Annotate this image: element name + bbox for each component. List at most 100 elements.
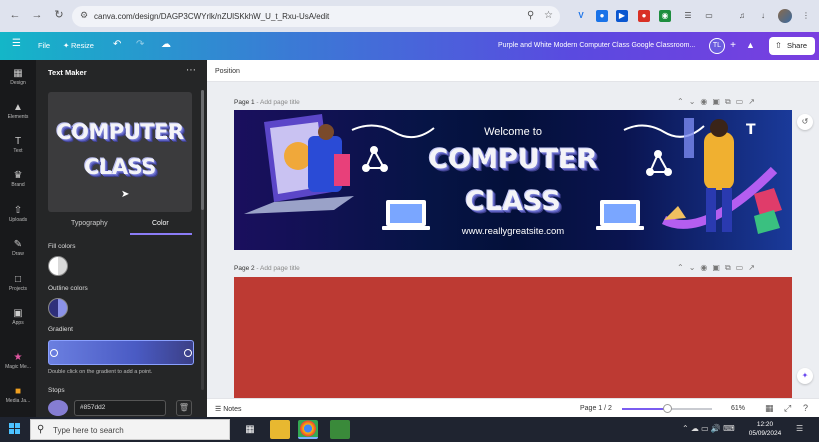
page-2-title-placeholder[interactable]: - Add page title [256, 265, 299, 272]
tab-color[interactable]: Color [152, 220, 169, 227]
taskbar-clock[interactable]: 12:20 05/09/2024 [745, 420, 785, 438]
extensions-icon[interactable]: ▭ [703, 10, 715, 22]
rail-item-draw[interactable]: ✎ Draw [0, 237, 36, 267]
rail-item-uploads[interactable]: ⇧ Uploads [0, 203, 36, 233]
site-info-icon[interactable]: ⚙ [80, 10, 91, 21]
windows-start-icon[interactable] [9, 423, 21, 435]
grid-view-icon[interactable]: ▦ [765, 403, 774, 414]
page-1-title-placeholder[interactable]: - Add page title [256, 99, 299, 106]
extension-puzzle-icon[interactable]: ▶ [616, 10, 628, 22]
notes-button[interactable]: ☰ Notes [215, 405, 242, 413]
outline-color-swatch[interactable] [48, 298, 68, 318]
apps-icon: ▣ [13, 308, 23, 319]
rail-item-brand[interactable]: ♛ Brand [0, 168, 36, 198]
chrome-icon[interactable] [298, 420, 318, 439]
extension-v-icon[interactable]: V [575, 10, 587, 22]
page-1-banner[interactable]: T Welcome to COMPUTER CLASS www.reallygr… [234, 110, 792, 250]
more-options-icon[interactable]: ⋯ [186, 65, 196, 76]
menu-icon[interactable]: ☰ [12, 38, 21, 49]
gradient-hint: Double click on the gradient to add a po… [48, 369, 153, 375]
page-indicator[interactable]: Page 1 / 2 [580, 405, 612, 412]
document-title[interactable]: Purple and White Modern Computer Class G… [498, 42, 695, 49]
extension-list-icon[interactable]: ☰ [682, 10, 694, 22]
delete-stop-icon[interactable]: 🗑 [176, 400, 192, 416]
move-down-icon[interactable]: ⌄ [689, 97, 701, 106]
zoom-slider[interactable] [622, 404, 712, 413]
gradient-stop-start[interactable] [50, 349, 58, 357]
cloud-save-icon[interactable]: ☁ [161, 39, 171, 50]
rail-item-elements[interactable]: ▲ Elements [0, 100, 36, 130]
duplicate-page-icon[interactable]: ⧉ [725, 263, 736, 272]
app-icon[interactable] [330, 420, 350, 439]
move-up-icon[interactable]: ⌃ [677, 97, 689, 106]
download-icon[interactable]: ↓ [757, 10, 769, 22]
resize-menu[interactable]: Resize [71, 41, 94, 50]
add-collaborator-icon[interactable]: + [727, 40, 739, 52]
add-page-icon[interactable]: ↗ [748, 263, 760, 272]
hide-page-icon[interactable]: ◉ [700, 263, 712, 272]
position-button[interactable]: Position [215, 68, 240, 75]
gradient-stop-end[interactable] [184, 349, 192, 357]
lock-page-icon[interactable]: ▣ [712, 97, 725, 106]
help-icon[interactable]: ? [803, 403, 808, 413]
collaborator-avatar[interactable]: TL [709, 38, 725, 54]
extension-badge-icon[interactable]: ● [596, 10, 608, 22]
delete-page-icon[interactable]: ▭ [736, 263, 749, 272]
clock-date: 05/09/2024 [748, 430, 782, 437]
file-menu[interactable]: File [38, 41, 50, 50]
task-view-icon[interactable]: ▦ [240, 420, 260, 439]
panel-scrollbar[interactable] [201, 90, 204, 390]
comment-icon[interactable]: ↺ [797, 114, 813, 130]
move-up-icon[interactable]: ⌃ [677, 263, 689, 272]
reload-icon[interactable]: ↻ [52, 8, 66, 22]
share-button[interactable]: ⇧ Share [769, 37, 815, 55]
profile-avatar[interactable] [778, 9, 792, 23]
banner-title-line-2[interactable]: CLASS [234, 186, 792, 217]
lock-page-icon[interactable]: ▣ [712, 263, 725, 272]
move-down-icon[interactable]: ⌄ [689, 263, 701, 272]
rail-item-text[interactable]: T Text [0, 134, 36, 164]
extension-record-icon[interactable]: ● [638, 10, 650, 22]
zoom-percentage[interactable]: 61% [731, 405, 745, 412]
notification-icon[interactable]: ☰ [796, 424, 803, 433]
add-page-icon[interactable]: ↗ [748, 97, 760, 106]
extension-green-icon[interactable]: ◉ [659, 10, 671, 22]
media-controls-icon[interactable]: ♫ [736, 10, 748, 22]
duplicate-page-icon[interactable]: ⧉ [725, 97, 736, 106]
delete-page-icon[interactable]: ▭ [736, 97, 749, 106]
page-2-canvas[interactable] [234, 277, 792, 398]
stop-color-swatch[interactable] [48, 400, 68, 416]
zoom-slider-handle[interactable] [663, 404, 672, 413]
gradient-editor[interactable] [48, 340, 194, 365]
rail-item-projects[interactable]: □ Projects [0, 272, 36, 302]
rail-item-design[interactable]: ▦ Design [0, 66, 36, 96]
back-icon[interactable]: ← [8, 8, 22, 22]
fill-color-swatch[interactable] [48, 256, 68, 276]
taskbar-search[interactable]: ⚲ Type here to search [30, 419, 230, 440]
page-1-label[interactable]: Page 1 - Add page title [234, 99, 300, 106]
tab-typography[interactable]: Typography [71, 220, 108, 227]
preview-line-2: CLASS [84, 155, 156, 179]
page-2-label[interactable]: Page 2 - Add page title [234, 265, 300, 272]
bookmark-star-icon[interactable]: ☆ [544, 10, 553, 21]
undo-icon[interactable]: ↶ [113, 39, 121, 50]
system-tray-icons[interactable]: ⌃ ☁ ▭ 🔊 ⌨ [682, 424, 735, 433]
zoom-icon[interactable]: ⚲ [527, 10, 534, 21]
rail-item-apps[interactable]: ▣ Apps [0, 306, 36, 336]
browser-menu-icon[interactable]: ⋮ [800, 10, 812, 22]
insights-icon[interactable]: ▲ [746, 40, 758, 52]
stop-hex-input[interactable]: #857dd2 [74, 400, 166, 416]
redo-icon[interactable]: ↷ [136, 39, 144, 50]
rail-item-magic-media[interactable]: ★ Magic Me... [0, 350, 36, 380]
forward-icon[interactable]: → [30, 8, 44, 22]
panel-scroll-thumb[interactable] [201, 90, 204, 210]
hide-page-icon[interactable]: ◉ [700, 97, 712, 106]
address-bar[interactable]: ⚙ canva.com/design/DAGP3CWYrlk/nZUlSKkhW… [72, 6, 560, 27]
rail-label: Draw [12, 251, 24, 257]
fullscreen-icon[interactable]: ⤢ [784, 403, 791, 414]
rail-item-media-app[interactable]: ■ Media Ja... [0, 384, 36, 414]
magic-assist-icon[interactable]: ✦ [797, 368, 813, 384]
banner-title-line-1[interactable]: COMPUTER [234, 144, 792, 175]
file-explorer-icon[interactable] [270, 420, 290, 439]
side-rail: ▦ Design ▲ Elements T Text ♛ Brand ⇧ Upl… [0, 60, 36, 417]
